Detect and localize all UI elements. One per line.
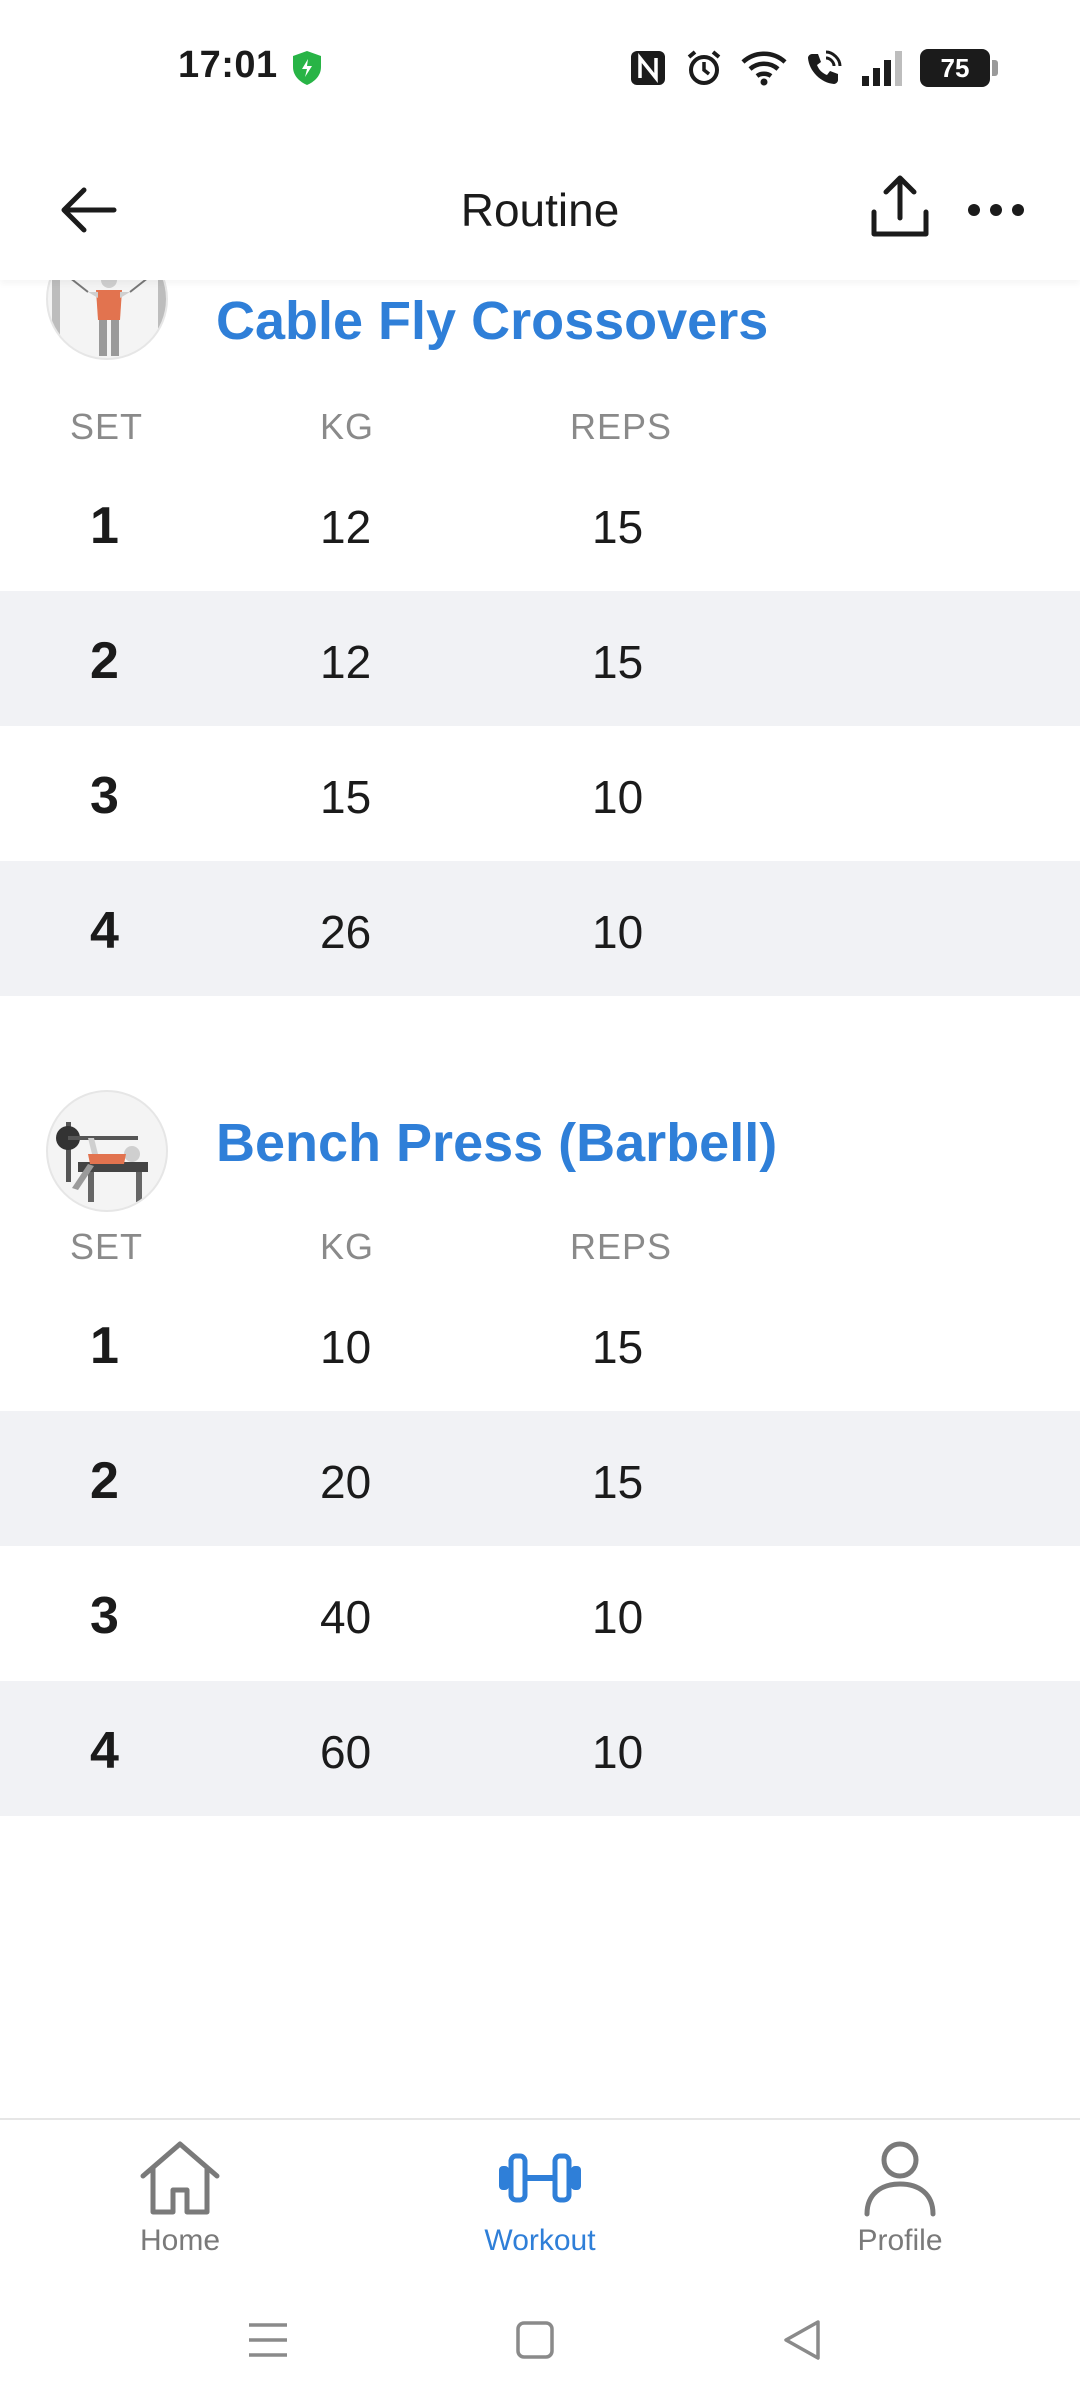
set-row: 1 10 15 bbox=[0, 1276, 1080, 1411]
set-number: 2 bbox=[90, 632, 119, 690]
column-kg: KG bbox=[320, 406, 375, 447]
bottom-navigation: Home Workout Profile bbox=[0, 2118, 1080, 2278]
set-number: 4 bbox=[90, 1722, 119, 1780]
status-time: 17:01 bbox=[178, 44, 278, 86]
exercise-card: Cable Fly Crossovers SET KG REPS 1 12 15… bbox=[0, 238, 1080, 996]
set-row: 4 26 10 bbox=[0, 861, 1080, 996]
shield-icon bbox=[293, 51, 321, 85]
set-row: 3 40 10 bbox=[0, 1546, 1080, 1681]
exercise-card: Bench Press (Barbell) SET KG REPS 1 10 1… bbox=[0, 1090, 1080, 1816]
menu-icon bbox=[249, 2323, 287, 2357]
set-kg: 40 bbox=[320, 1591, 372, 1643]
column-set: SET bbox=[70, 406, 144, 447]
exercise-header: Bench Press (Barbell) bbox=[0, 1090, 1080, 1212]
square-icon bbox=[516, 2321, 554, 2359]
app-header: Routine bbox=[0, 140, 1080, 280]
set-reps: 10 bbox=[592, 906, 644, 958]
set-number: 3 bbox=[90, 767, 119, 825]
column-reps: REPS bbox=[570, 1226, 673, 1267]
system-recents-button[interactable] bbox=[238, 2310, 298, 2370]
set-reps: 10 bbox=[592, 771, 644, 823]
nfc-icon bbox=[631, 51, 665, 85]
set-reps: 15 bbox=[592, 501, 644, 553]
column-set: SET bbox=[70, 1226, 144, 1267]
system-navigation-bar bbox=[0, 2278, 1080, 2400]
status-icons: 75 bbox=[628, 46, 998, 90]
set-row: 3 15 10 bbox=[0, 726, 1080, 861]
set-kg: 60 bbox=[320, 1726, 372, 1778]
wifi-icon bbox=[741, 51, 787, 86]
dumbbell-icon bbox=[499, 2153, 581, 2203]
more-icon bbox=[968, 204, 1024, 216]
set-table-header: SET KG REPS bbox=[0, 1200, 1080, 1276]
set-row: 4 60 10 bbox=[0, 1681, 1080, 1816]
battery-icon: 75 bbox=[920, 49, 998, 87]
set-reps: 15 bbox=[592, 1456, 644, 1508]
set-kg: 12 bbox=[320, 636, 372, 688]
set-kg: 10 bbox=[320, 1321, 372, 1373]
nav-profile[interactable]: Profile bbox=[800, 2138, 1000, 2268]
bench-press-illustration-icon bbox=[56, 1122, 148, 1202]
nav-workout[interactable]: Workout bbox=[440, 2138, 640, 2268]
nav-workout-label: Workout bbox=[484, 2224, 596, 2257]
set-number: 1 bbox=[90, 1317, 119, 1375]
set-row: 1 12 15 bbox=[0, 456, 1080, 591]
nav-profile-label: Profile bbox=[857, 2224, 943, 2257]
alarm-icon bbox=[687, 50, 721, 85]
set-kg: 26 bbox=[320, 906, 372, 958]
set-reps: 15 bbox=[592, 636, 644, 688]
person-icon bbox=[864, 2141, 936, 2217]
column-reps: REPS bbox=[570, 406, 673, 447]
signal-icon bbox=[862, 51, 902, 86]
exercise-title[interactable]: Cable Fly Crossovers bbox=[216, 290, 768, 352]
system-back-button[interactable] bbox=[772, 2310, 832, 2370]
set-kg: 20 bbox=[320, 1456, 372, 1508]
wifi-call-icon bbox=[808, 50, 842, 84]
set-reps: 10 bbox=[592, 1726, 644, 1778]
set-number: 2 bbox=[90, 1452, 119, 1510]
triangle-back-icon bbox=[784, 2320, 820, 2360]
set-number: 1 bbox=[90, 497, 119, 555]
system-home-button[interactable] bbox=[505, 2310, 565, 2370]
more-options-button[interactable] bbox=[958, 170, 1034, 250]
set-reps: 10 bbox=[592, 1591, 644, 1643]
exercise-header: Cable Fly Crossovers bbox=[0, 238, 1080, 380]
set-row: 2 20 15 bbox=[0, 1411, 1080, 1546]
share-icon bbox=[871, 175, 929, 237]
share-button[interactable] bbox=[858, 162, 942, 252]
column-kg: KG bbox=[320, 1226, 375, 1267]
home-icon bbox=[140, 2141, 220, 2215]
set-number: 3 bbox=[90, 1587, 119, 1645]
nav-home-label: Home bbox=[139, 2224, 221, 2257]
exercise-title[interactable]: Bench Press (Barbell) bbox=[216, 1112, 777, 1174]
status-bar: 17:01 75 bbox=[0, 0, 1080, 140]
set-kg: 15 bbox=[320, 771, 372, 823]
set-row: 2 12 15 bbox=[0, 591, 1080, 726]
nav-home[interactable]: Home bbox=[80, 2138, 280, 2268]
set-kg: 12 bbox=[320, 501, 372, 553]
set-number: 4 bbox=[90, 902, 119, 960]
set-table-header: SET KG REPS bbox=[0, 380, 1080, 456]
set-reps: 15 bbox=[592, 1321, 644, 1373]
exercise-thumbnail[interactable] bbox=[46, 1090, 168, 1212]
